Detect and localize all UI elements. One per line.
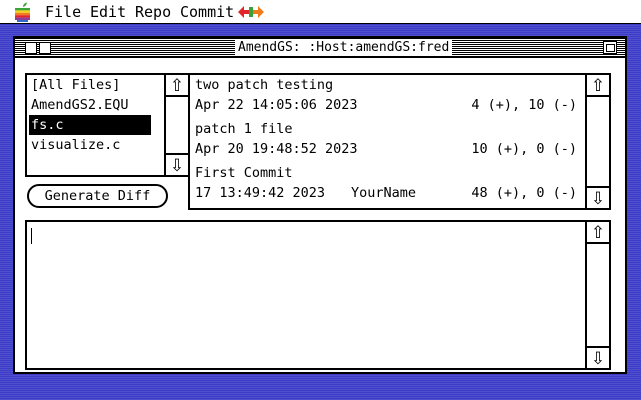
commit-list-scrollbar[interactable]: ⇧ ⇩ xyxy=(585,75,609,209)
scroll-up-arrow-icon[interactable]: ⇧ xyxy=(166,75,188,97)
gs-app-icon[interactable] xyxy=(236,4,266,20)
diff-text-area[interactable]: ⇧ ⇩ xyxy=(25,220,611,370)
scroll-down-arrow-icon[interactable]: ⇩ xyxy=(587,346,609,369)
text-cursor xyxy=(31,228,32,244)
scroll-down-arrow-icon[interactable]: ⇩ xyxy=(587,186,609,209)
commit-date: 17 13:49:42 2023 xyxy=(195,185,326,201)
commit-item[interactable]: First Commit 17 13:49:42 2023 YourName 4… xyxy=(193,163,583,207)
menu-commit[interactable]: Commit xyxy=(180,3,234,21)
apple-menu-icon[interactable] xyxy=(12,2,34,22)
window-title: AmendGS: :Host:amendGS:fred xyxy=(235,40,453,56)
file-item-fs-c[interactable]: fs.c xyxy=(29,115,151,135)
close-box-secondary-icon xyxy=(39,42,51,54)
file-item-amendgs2-equ[interactable]: AmendGS2.EQU xyxy=(29,95,151,115)
title-bar[interactable]: AmendGS: :Host:amendGS:fred xyxy=(15,38,625,58)
commit-author: YourName xyxy=(351,185,417,201)
commit-date: Apr 22 14:05:06 2023 xyxy=(195,97,358,113)
commit-stats: 10 (+), 0 (-) xyxy=(471,141,577,157)
commit-item[interactable]: patch 1 file Apr 20 19:48:52 2023 10 (+)… xyxy=(193,119,583,163)
commit-stats: 4 (+), 10 (-) xyxy=(471,97,577,113)
commit-message: First Commit xyxy=(195,165,293,181)
file-item-visualize-c[interactable]: visualize.c xyxy=(29,135,151,155)
commit-message: two patch testing xyxy=(195,77,334,93)
commit-list[interactable]: two patch testing Apr 22 14:05:06 2023 4… xyxy=(188,73,611,210)
menu-bar: File Edit Repo Commit xyxy=(0,0,641,24)
menu-file[interactable]: File xyxy=(45,3,81,21)
scroll-down-arrow-icon[interactable]: ⇩ xyxy=(166,153,188,176)
close-box-icon[interactable] xyxy=(25,42,37,54)
file-list-scrollbar[interactable]: ⇧ ⇩ xyxy=(164,75,188,176)
generate-diff-button[interactable]: Generate Diff xyxy=(27,184,168,208)
commit-stats: 48 (+), 0 (-) xyxy=(471,185,577,201)
menu-repo[interactable]: Repo xyxy=(135,3,171,21)
file-item-all-files[interactable]: [All Files] xyxy=(29,75,151,95)
main-window: AmendGS: :Host:amendGS:fred [All Files] … xyxy=(13,36,627,374)
commit-item[interactable]: two patch testing Apr 22 14:05:06 2023 4… xyxy=(193,75,583,119)
file-list[interactable]: [All Files] AmendGS2.EQU fs.c visualize.… xyxy=(25,73,190,177)
scroll-up-arrow-icon[interactable]: ⇧ xyxy=(587,222,609,244)
diff-scrollbar[interactable]: ⇧ ⇩ xyxy=(585,222,609,369)
menu-edit[interactable]: Edit xyxy=(90,3,126,21)
commit-date: Apr 20 19:48:52 2023 xyxy=(195,141,358,157)
scroll-up-arrow-icon[interactable]: ⇧ xyxy=(587,75,609,97)
commit-message: patch 1 file xyxy=(195,121,293,137)
zoom-box-icon[interactable] xyxy=(603,41,617,54)
